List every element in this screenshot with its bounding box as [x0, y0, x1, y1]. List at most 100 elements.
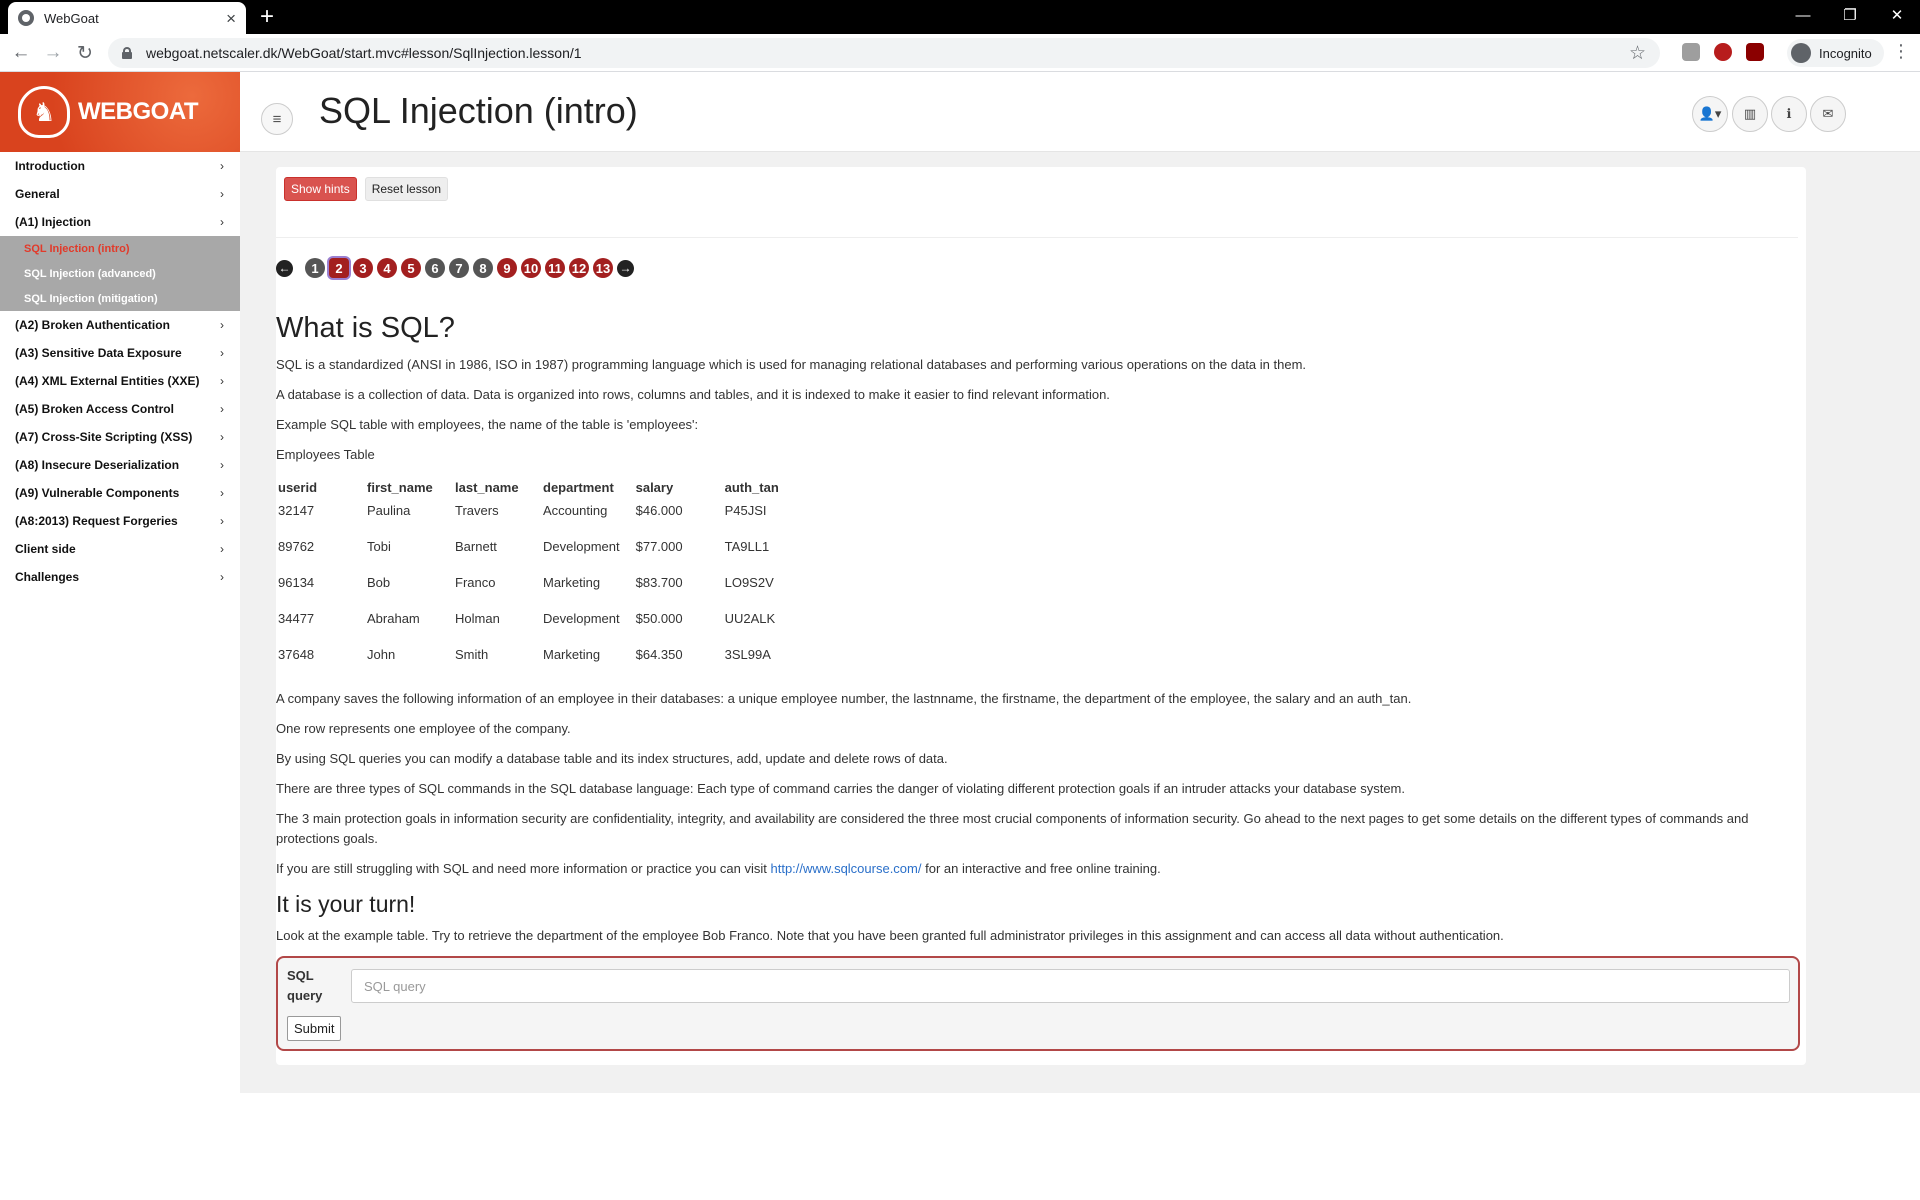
column-header: userid [278, 479, 318, 495]
sidebar-item-sensitive-data-exposure[interactable]: (A3) Sensitive Data Exposure › [0, 339, 240, 367]
sidebar-item-broken-authentication[interactable]: (A2) Broken Authentication › [0, 311, 240, 339]
table-cell: $64.350 [635, 647, 683, 662]
address-bar[interactable]: webgoat.netscaler.dk/WebGoat/start.mvc#l… [108, 38, 1660, 68]
submenu-item-sql-injection-intro[interactable]: SQL Injection (intro) [0, 236, 240, 261]
table-row: 96134 Bob Franco Marketing $83.700 LO9S2… [278, 571, 815, 607]
table-cell: Travers [455, 503, 499, 518]
sqlcourse-link[interactable]: http://www.sqlcourse.com/ [770, 861, 921, 876]
forward-icon[interactable]: → [40, 40, 66, 66]
incognito-icon [1791, 43, 1811, 63]
submenu-item-sql-injection-mitigation[interactable]: SQL Injection (mitigation) [0, 286, 240, 311]
page-link-7[interactable]: 7 [449, 258, 469, 278]
paragraph: One row represents one employee of the c… [276, 721, 571, 736]
column-header: department [543, 479, 614, 495]
sidebar-item-client-side[interactable]: Client side › [0, 535, 240, 563]
incognito-label: Incognito [1819, 45, 1872, 61]
prev-page-arrow-icon[interactable]: ← [276, 259, 293, 277]
table-cell: 96134 [278, 575, 315, 590]
sidebar-item-xxe[interactable]: (A4) XML External Entities (XXE) › [0, 367, 240, 395]
webgoat-logo[interactable]: ♞ WEBGOAT [0, 72, 240, 152]
page-link-5[interactable]: 5 [401, 258, 421, 278]
submenu-item-sql-injection-advanced[interactable]: SQL Injection (advanced) [0, 261, 240, 286]
contact-envelope-icon[interactable]: ✉ [1810, 96, 1846, 132]
reload-icon[interactable]: ↻ [72, 40, 98, 66]
table-header-row: userid first_name last_name department s… [278, 479, 815, 499]
sidebar-item-injection[interactable]: (A1) Injection › [0, 208, 240, 236]
browser-tab[interactable]: WebGoat × [8, 2, 246, 34]
lesson-content: What is SQL? SQL is a standardized (ANSI… [276, 312, 1800, 1051]
heading-your-turn: It is your turn! [276, 891, 416, 917]
table-cell: Development [543, 611, 620, 626]
table-cell: Accounting [543, 503, 608, 518]
page-link-6[interactable]: 6 [425, 258, 445, 278]
sidebar-item-xss[interactable]: (A7) Cross-Site Scripting (XSS) › [0, 423, 240, 451]
star-icon[interactable]: ☆ [1629, 42, 1646, 65]
sidebar-item-challenges[interactable]: Challenges › [0, 563, 240, 591]
table-cell: 3SL99A [724, 647, 771, 662]
close-window-icon[interactable]: ✕ [1874, 0, 1920, 30]
sidebar-item-introduction[interactable]: Introduction › [0, 152, 240, 180]
table-row: 37648 John Smith Marketing $64.350 3SL99… [278, 643, 815, 679]
table-cell: $83.700 [635, 575, 683, 590]
page-link-9[interactable]: 9 [497, 258, 517, 278]
chevron-right-icon: › [220, 402, 224, 416]
employees-table: userid first_name last_name department s… [278, 479, 815, 679]
sidebar-item-vulnerable-components[interactable]: (A9) Vulnerable Components › [0, 479, 240, 507]
heading-what-is-sql: What is SQL? [276, 312, 455, 344]
lock-icon[interactable] [122, 47, 132, 59]
next-page-arrow-icon[interactable]: → [617, 259, 634, 277]
paragraph: A database is a collection of data. Data… [276, 387, 1110, 402]
chevron-right-icon: › [220, 514, 224, 528]
close-icon[interactable]: × [226, 10, 236, 27]
chevron-right-icon: › [220, 570, 224, 584]
sidebar-item-insecure-deserialization[interactable]: (A8) Insecure Deserialization › [0, 451, 240, 479]
sidebar-item-broken-access-control[interactable]: (A5) Broken Access Control › [0, 395, 240, 423]
back-icon[interactable]: ← [8, 40, 34, 66]
sql-query-input[interactable] [351, 969, 1790, 1003]
table-cell: 34477 [278, 611, 315, 626]
table-cell: Bob [367, 575, 391, 590]
page-link-11[interactable]: 11 [545, 258, 565, 278]
logo-text: WEBGOAT [78, 98, 199, 125]
table-cell: Development [543, 539, 620, 554]
page-link-3[interactable]: 3 [353, 258, 373, 278]
restore-icon[interactable]: ❐ [1827, 0, 1873, 30]
page-link-13[interactable]: 13 [593, 258, 613, 278]
submit-button[interactable]: Submit [287, 1016, 342, 1041]
chevron-right-icon: › [220, 486, 224, 500]
lesson-pagination: ← 1 2 3 4 5 6 7 8 9 10 11 12 13 → [276, 258, 634, 278]
globe-icon [18, 10, 34, 26]
page-link-10[interactable]: 10 [521, 258, 541, 278]
ublock-icon[interactable] [1746, 43, 1764, 61]
chevron-right-icon: › [220, 215, 224, 229]
page-link-2[interactable]: 2 [329, 258, 349, 278]
about-info-icon[interactable]: ℹ [1771, 96, 1807, 132]
url-text[interactable]: webgoat.netscaler.dk/WebGoat/start.mvc#l… [146, 45, 1629, 61]
page-link-4[interactable]: 4 [377, 258, 397, 278]
user-menu-icon[interactable]: 👤▾ [1692, 96, 1728, 132]
sidebar-item-general[interactable]: General › [0, 180, 240, 208]
table-cell: John [367, 647, 396, 662]
hamburger-menu-icon[interactable]: ≡ [261, 103, 293, 135]
show-hints-button[interactable]: Show hints [284, 177, 357, 201]
table-cell: UU2ALK [724, 611, 776, 626]
extension-icon[interactable] [1682, 43, 1700, 61]
table-cell: P45JSI [724, 503, 767, 518]
reset-lesson-button[interactable]: Reset lesson [364, 177, 449, 201]
browser-menu-icon[interactable]: ⋮ [1892, 41, 1910, 62]
report-card-icon[interactable]: ▥ [1732, 96, 1768, 132]
chevron-right-icon: › [220, 318, 224, 332]
chevron-right-icon: › [220, 159, 224, 173]
page-title: SQL Injection (intro) [319, 90, 638, 131]
table-cell: Abraham [367, 611, 420, 626]
minimize-icon[interactable]: — [1780, 0, 1826, 30]
table-cell: Franco [455, 575, 496, 590]
sidebar-item-request-forgeries[interactable]: (A8:2013) Request Forgeries › [0, 507, 240, 535]
page-link-12[interactable]: 12 [569, 258, 589, 278]
incognito-badge[interactable]: Incognito [1787, 39, 1884, 67]
sidebar: ♞ WEBGOAT Introduction › General › (A1) In… [0, 72, 240, 1200]
shield-extension-icon[interactable] [1714, 43, 1732, 61]
page-link-8[interactable]: 8 [473, 258, 493, 278]
new-tab-button[interactable]: + [260, 3, 274, 31]
page-link-1[interactable]: 1 [305, 258, 325, 278]
